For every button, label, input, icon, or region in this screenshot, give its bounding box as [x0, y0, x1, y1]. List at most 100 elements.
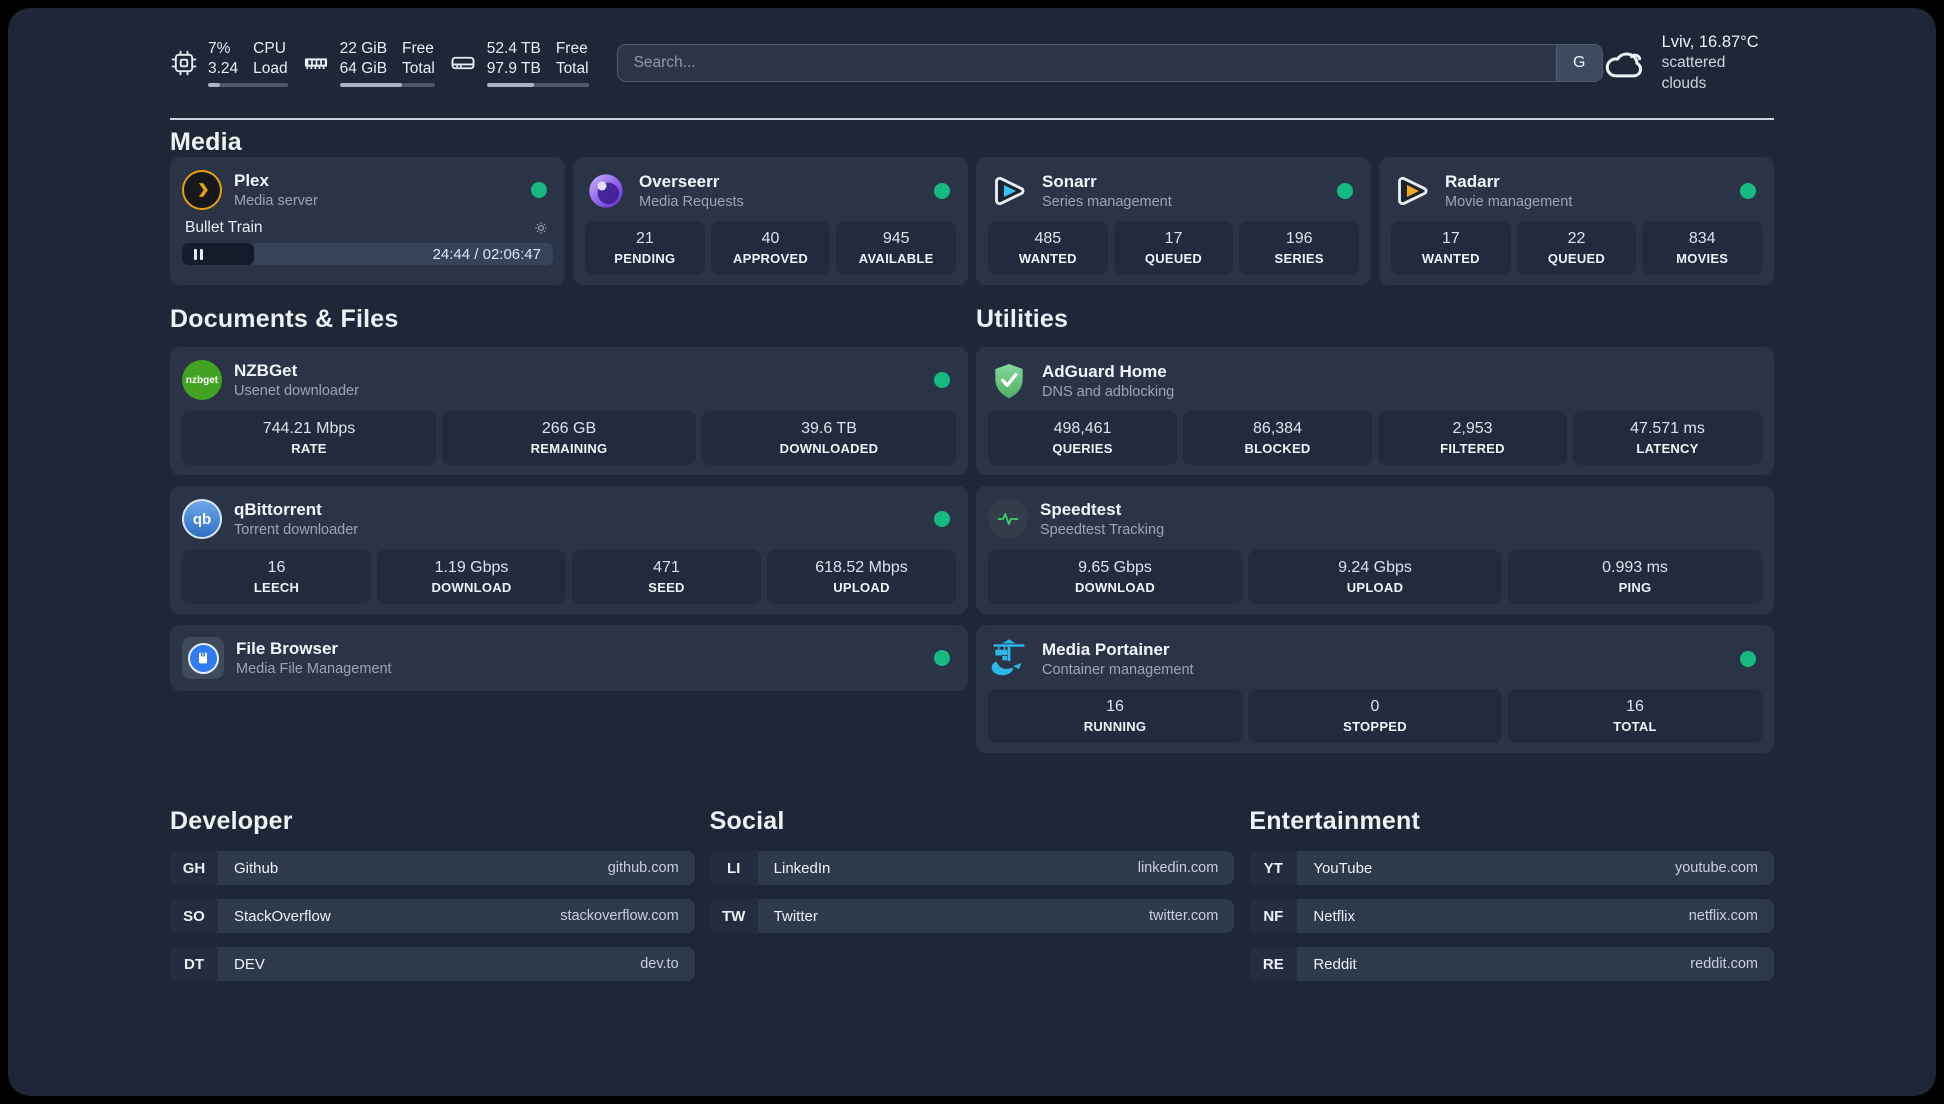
app-card-filebrowser[interactable]: File Browser Media File Management [170, 625, 968, 691]
bookmark-abbr: GH [170, 851, 218, 885]
cpu-icon [171, 50, 197, 76]
bookmark-abbr: LI [709, 851, 758, 885]
status-badge [531, 182, 547, 198]
dashboard: 7% 3.24 CPU Load 22 GiB 64 GiB Free Tota… [8, 8, 1936, 1096]
memory-icon [304, 58, 327, 69]
stat-tile: 945 AVAILABLE [836, 221, 957, 275]
bookmark-name: DEV [234, 955, 265, 973]
bookmark-name: YouTube [1313, 859, 1373, 877]
stat-tile: 485 WANTED [988, 221, 1108, 275]
bookmark-abbr: TW [709, 899, 758, 933]
bookmark-reddit[interactable]: RE Reddit reddit.com [1249, 947, 1774, 981]
storage-free-value: 52.4 TB [486, 40, 541, 58]
stat-tile: 196 SERIES [1239, 221, 1360, 275]
bookmarks-developer: Developer GH Github github.com SO StackO… [170, 807, 695, 981]
plex-icon [182, 170, 222, 210]
memory-free-value: 22 GiB [339, 40, 388, 58]
memory-total-value: 64 GiB [339, 60, 388, 77]
stat-tile: 17 QUEUED [1113, 221, 1234, 275]
app-description: Movie management [1445, 194, 1573, 210]
bookmark-stackoverflow[interactable]: SO StackOverflow stackoverflow.com [170, 899, 695, 933]
app-name: Radarr [1445, 172, 1500, 191]
bookmark-twitter[interactable]: TW Twitter twitter.com [709, 899, 1235, 933]
app-description: Series management [1042, 194, 1172, 210]
app-card-sonarr[interactable]: Sonarr Series management 485 WANTED 17 QUE… [976, 157, 1371, 285]
section-title-developer: Developer [170, 807, 293, 835]
cpu-label: CPU [253, 40, 286, 58]
app-description: Torrent downloader [234, 522, 359, 538]
bookmark-dev[interactable]: DT DEV dev.to [170, 947, 695, 981]
bookmark-url: dev.to [640, 956, 679, 972]
stat-tile: 9.24 Gbps UPLOAD [1248, 550, 1502, 604]
app-name: Speedtest [1040, 500, 1122, 519]
app-card-portainer[interactable]: Media Portainer Container management 16 R… [976, 625, 1774, 753]
storage-free-label: Free [555, 40, 588, 58]
stat-tile: 16 TOTAL [1508, 689, 1762, 743]
app-name: Overseerr [639, 172, 720, 191]
utilities-column: Utilities AdGuard Home DNS and adblockin… [976, 305, 1774, 753]
stat-tile: 22 QUEUED [1516, 221, 1637, 275]
bookmark-youtube[interactable]: YT YouTube youtube.com [1249, 851, 1774, 885]
status-badge [1740, 183, 1756, 199]
cpu-progress-bar [208, 82, 288, 87]
status-badge [1337, 183, 1353, 199]
app-description: Media server [234, 193, 318, 209]
weather-condition: scattered clouds [1661, 54, 1726, 93]
bookmark-abbr: NF [1249, 899, 1298, 933]
app-card-plex[interactable]: Plex Media server Bullet Train 24:44 / 0… [170, 157, 565, 285]
search-input[interactable] [617, 45, 1556, 81]
nzbget-icon: nzbget [182, 360, 222, 400]
stat-tile: 21 PENDING [585, 221, 705, 275]
search-engine-button[interactable]: G [1555, 45, 1602, 81]
app-name: File Browser [236, 639, 339, 658]
bookmark-name: Netflix [1313, 907, 1356, 925]
stat-tile: 16 RUNNING [988, 689, 1242, 743]
stat-tile: 9.65 Gbps DOWNLOAD [988, 550, 1242, 604]
app-name: Media Portainer [1042, 640, 1170, 659]
overseerr-icon [585, 170, 627, 212]
filebrowser-icon [182, 637, 224, 679]
bookmark-url: github.com [607, 860, 679, 876]
weather-location-temp: Lviv, 16.87°C [1661, 32, 1759, 51]
app-card-qbittorrent[interactable]: qb qBittorrent Torrent downloader 16 LEEC… [170, 486, 968, 614]
bookmark-linkedin[interactable]: LI LinkedIn linkedin.com [709, 851, 1235, 885]
bookmark-netflix[interactable]: NF Netflix netflix.com [1249, 899, 1774, 933]
search-bar: G [616, 44, 1603, 82]
app-card-speedtest[interactable]: Speedtest Speedtest Tracking 9.65 Gbps DO… [976, 486, 1774, 614]
stat-tile: 266 GB REMAINING [442, 411, 696, 465]
bookmark-url: linkedin.com [1137, 860, 1219, 876]
media-grid: Plex Media server Bullet Train 24:44 / 0… [170, 157, 1774, 285]
pause-icon[interactable] [194, 248, 203, 260]
storage-progress-bar [486, 82, 589, 87]
documents-column: Documents & Files nzbget NZBGet Usenet d… [170, 305, 968, 691]
app-card-nzbget[interactable]: nzbget NZBGet Usenet downloader 744.21 M… [170, 347, 968, 475]
status-badge [1740, 651, 1756, 667]
app-name: AdGuard Home [1042, 362, 1167, 381]
stat-tile: 0 STOPPED [1248, 689, 1502, 743]
bookmark-abbr: RE [1249, 947, 1298, 981]
app-description: Container management [1042, 662, 1194, 678]
bookmark-name: LinkedIn [773, 859, 831, 877]
bookmark-name: StackOverflow [234, 907, 331, 925]
stat-tile: 618.52 Mbps UPLOAD [767, 550, 956, 604]
app-card-adguard[interactable]: AdGuard Home DNS and adblocking 498,461 Q… [976, 347, 1774, 475]
section-title-utilities: Utilities [976, 305, 1069, 333]
settings-icon[interactable] [532, 219, 550, 237]
section-title-media: Media [170, 128, 242, 156]
bookmark-abbr: SO [170, 899, 218, 933]
radarr-icon [1391, 170, 1433, 212]
status-badge [934, 650, 950, 666]
sonarr-icon [988, 170, 1030, 212]
stat-tile: 39.6 TB DOWNLOADED [702, 411, 956, 465]
qbittorrent-icon: qb [182, 499, 222, 539]
app-description: Speedtest Tracking [1040, 522, 1165, 538]
app-card-overseerr[interactable]: Overseerr Media Requests 21 PENDING 40 APP… [573, 157, 968, 285]
bookmark-github[interactable]: GH Github github.com [170, 851, 695, 885]
app-card-radarr[interactable]: Radarr Movie management 17 WANTED 22 QUEUE… [1379, 157, 1774, 285]
memory-total-label: Total [402, 60, 435, 77]
status-badge [934, 511, 950, 527]
section-title-documents: Documents & Files [170, 305, 399, 333]
section-title-entertainment: Entertainment [1249, 807, 1421, 835]
app-name: Sonarr [1042, 172, 1097, 191]
weather-widget[interactable]: Lviv, 16.87°C scattered clouds [1603, 31, 1774, 95]
